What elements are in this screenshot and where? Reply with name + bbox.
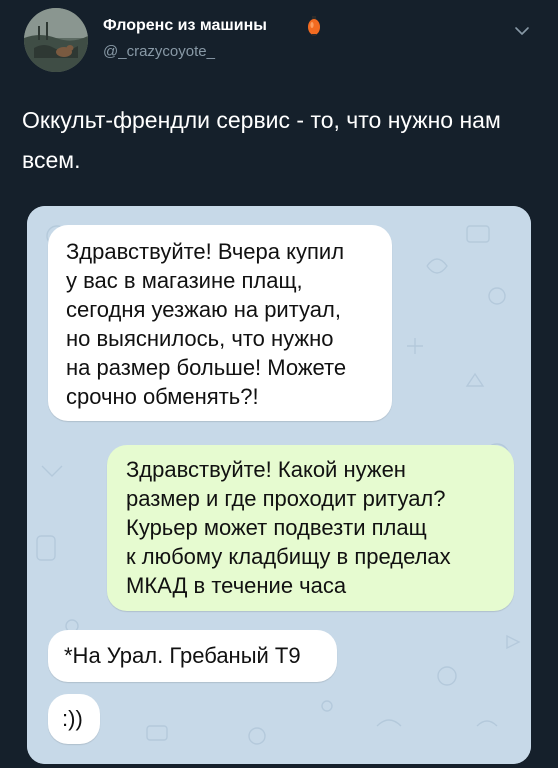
avatar[interactable]: [24, 8, 88, 72]
chat-message-incoming: :)): [48, 694, 100, 744]
author-handle[interactable]: @_crazycoyote_: [103, 43, 215, 60]
tweet-media-image[interactable]: Здравствуйте! Вчера купил у вас в магази…: [27, 206, 531, 764]
chat-message-incoming: *На Урал. Гребаный Т9: [48, 630, 337, 682]
chat-message-outgoing: Здравствуйте! Какой нужен размер и где п…: [107, 445, 514, 611]
tweet-header: Флоренс из машины @_crazycoyote_: [24, 8, 544, 72]
message-text: *На Урал. Гребаный Т9: [64, 643, 301, 668]
chat-message-incoming: Здравствуйте! Вчера купил у вас в магази…: [48, 225, 392, 421]
lantern-icon: [307, 16, 321, 36]
message-text: Здравствуйте! Какой нужен размер и где п…: [126, 457, 451, 598]
message-text: :)): [62, 706, 83, 731]
message-text: Здравствуйте! Вчера купил у вас в магази…: [66, 239, 347, 409]
tweet-text: Оккульт-френдли сервис - то, что нужно н…: [22, 107, 501, 173]
chevron-down-icon[interactable]: [514, 24, 530, 36]
avatar-image: [24, 8, 88, 72]
author-display-name[interactable]: Флоренс из машины: [103, 17, 267, 35]
